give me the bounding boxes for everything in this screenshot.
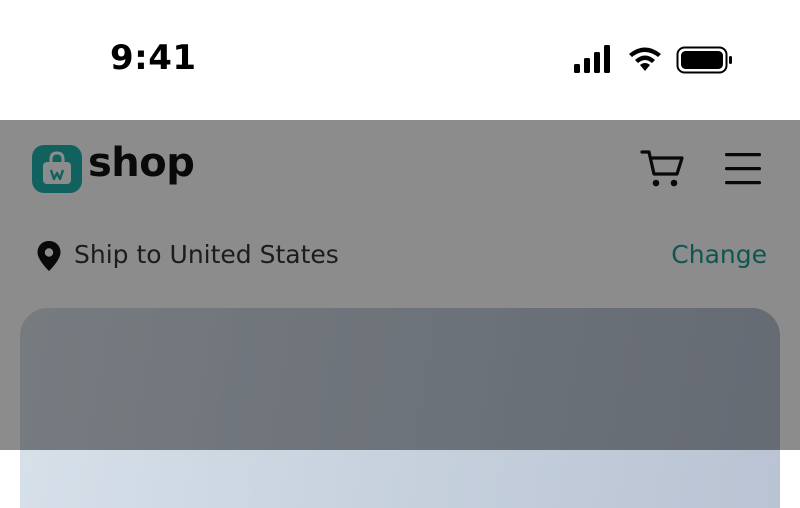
status-bar: 9:41	[0, 0, 800, 120]
battery-icon	[676, 46, 732, 74]
cellular-signal-icon	[574, 45, 610, 73]
app-content: shop Ship to United States Change	[0, 120, 800, 508]
status-time: 9:41	[110, 38, 197, 78]
modal-overlay[interactable]	[0, 120, 800, 450]
wifi-icon	[629, 47, 661, 71]
